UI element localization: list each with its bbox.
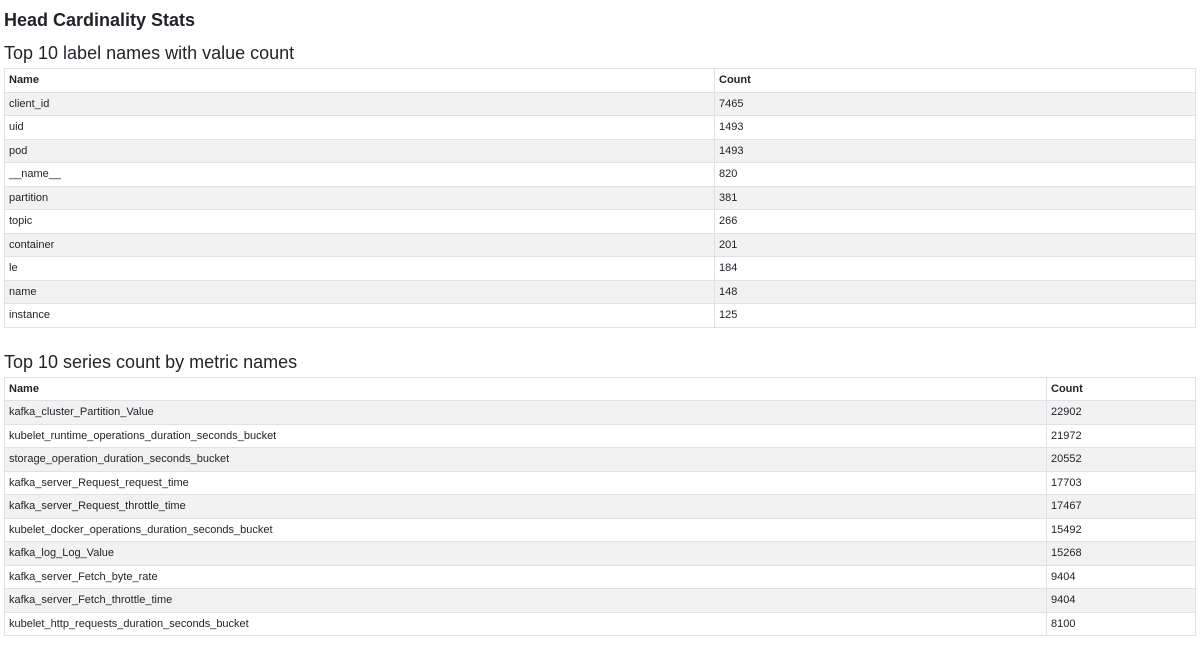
table-row: kubelet_http_requests_duration_seconds_b… [4,611,1196,636]
cell-count: 7465 [714,91,1196,116]
cell-name: name [4,279,715,304]
cell-name: kafka_log_Log_Value [4,541,1047,566]
metric-names-heading: Top 10 series count by metric names [4,351,298,372]
table-row: partition 381 [4,185,1196,210]
table-row: kafka_cluster_Partition_Value 22902 [4,400,1196,425]
cell-name: topic [4,209,715,234]
column-header-name: Name [4,376,1047,401]
cell-count: 20552 [1046,447,1196,472]
cell-count: 148 [714,279,1196,304]
metric-names-body: kafka_cluster_Partition_Value 22902 kubele… [4,400,1196,636]
table-row: kafka_server_Fetch_throttle_time 9404 [4,588,1196,613]
cell-count: 8100 [1046,611,1196,636]
table-header-row: Name Count [4,68,1196,93]
page-title: Head Cardinality Stats [4,10,196,30]
table-row: instance 125 [4,303,1196,328]
label-names-heading: Top 10 label names with value count [4,43,295,63]
cell-count: 9404 [1046,564,1196,589]
table-row: client_id 7465 [4,91,1196,116]
table-row: kafka_server_Request_request_time 17703 [4,470,1196,495]
cell-name: kafka_server_Request_throttle_time [4,494,1047,519]
cell-count: 21972 [1046,423,1196,448]
cell-count: 184 [714,256,1196,281]
cell-count: 381 [714,185,1196,210]
cell-count: 22902 [1046,400,1196,425]
cell-count: 820 [714,162,1196,187]
cell-count: 17703 [1046,470,1196,495]
cell-name: partition [4,185,715,210]
table-row: pod 1493 [4,138,1196,163]
cell-name: le [4,256,715,281]
label-names-table: Name Count client_id 7465 uid 1493 pod 1493 __… [4,68,1196,328]
table-row: __name__ 820 [4,162,1196,187]
table-row: kubelet_docker_operations_duration_secon… [4,517,1196,542]
table-row: le 184 [4,256,1196,281]
cell-count: 9404 [1046,588,1196,613]
table-row: kafka_server_Fetch_byte_rate 9404 [4,564,1196,589]
table-header-row: Name Count [4,376,1196,401]
cell-name: kafka_server_Fetch_byte_rate [4,564,1047,589]
cell-name: kubelet_http_requests_duration_seconds_b… [4,611,1047,636]
cell-count: 17467 [1046,494,1196,519]
cell-name: kubelet_runtime_operations_duration_seco… [4,423,1047,448]
cell-name: storage_operation_duration_seconds_bucke… [4,447,1047,472]
cell-name: kafka_server_Request_request_time [4,470,1047,495]
column-header-count: Count [714,68,1196,93]
table-row: kafka_server_Request_throttle_time 17467 [4,494,1196,519]
cell-count: 15492 [1046,517,1196,542]
cell-name: __name__ [4,162,715,187]
cell-count: 1493 [714,115,1196,140]
table-row: kafka_log_Log_Value 15268 [4,541,1196,566]
cell-name: container [4,232,715,257]
table-row: container 201 [4,232,1196,257]
table-row: topic 266 [4,209,1196,234]
cell-name: kafka_server_Fetch_throttle_time [4,588,1047,613]
table-row: kubelet_runtime_operations_duration_seco… [4,423,1196,448]
cell-count: 125 [714,303,1196,328]
cell-name: client_id [4,91,715,116]
table-row: storage_operation_duration_seconds_bucke… [4,447,1196,472]
label-names-body: client_id 7465 uid 1493 pod 1493 __name__ 820 pa… [4,91,1196,328]
table-row: name 148 [4,279,1196,304]
table-row: uid 1493 [4,115,1196,140]
column-header-count: Count [1046,376,1196,401]
cell-name: uid [4,115,715,140]
cell-name: kubelet_docker_operations_duration_secon… [4,517,1047,542]
cell-name: pod [4,138,715,163]
cell-count: 266 [714,209,1196,234]
column-header-name: Name [4,68,715,93]
cell-count: 201 [714,232,1196,257]
cell-name: kafka_cluster_Partition_Value [4,400,1047,425]
metric-names-table: Name Count kafka_cluster_Partition_Value… [4,376,1196,637]
cell-count: 15268 [1046,541,1196,566]
page-container: Head Cardinality Stats Top 10 label name… [0,0,1200,636]
cell-count: 1493 [714,138,1196,163]
cell-name: instance [4,303,715,328]
